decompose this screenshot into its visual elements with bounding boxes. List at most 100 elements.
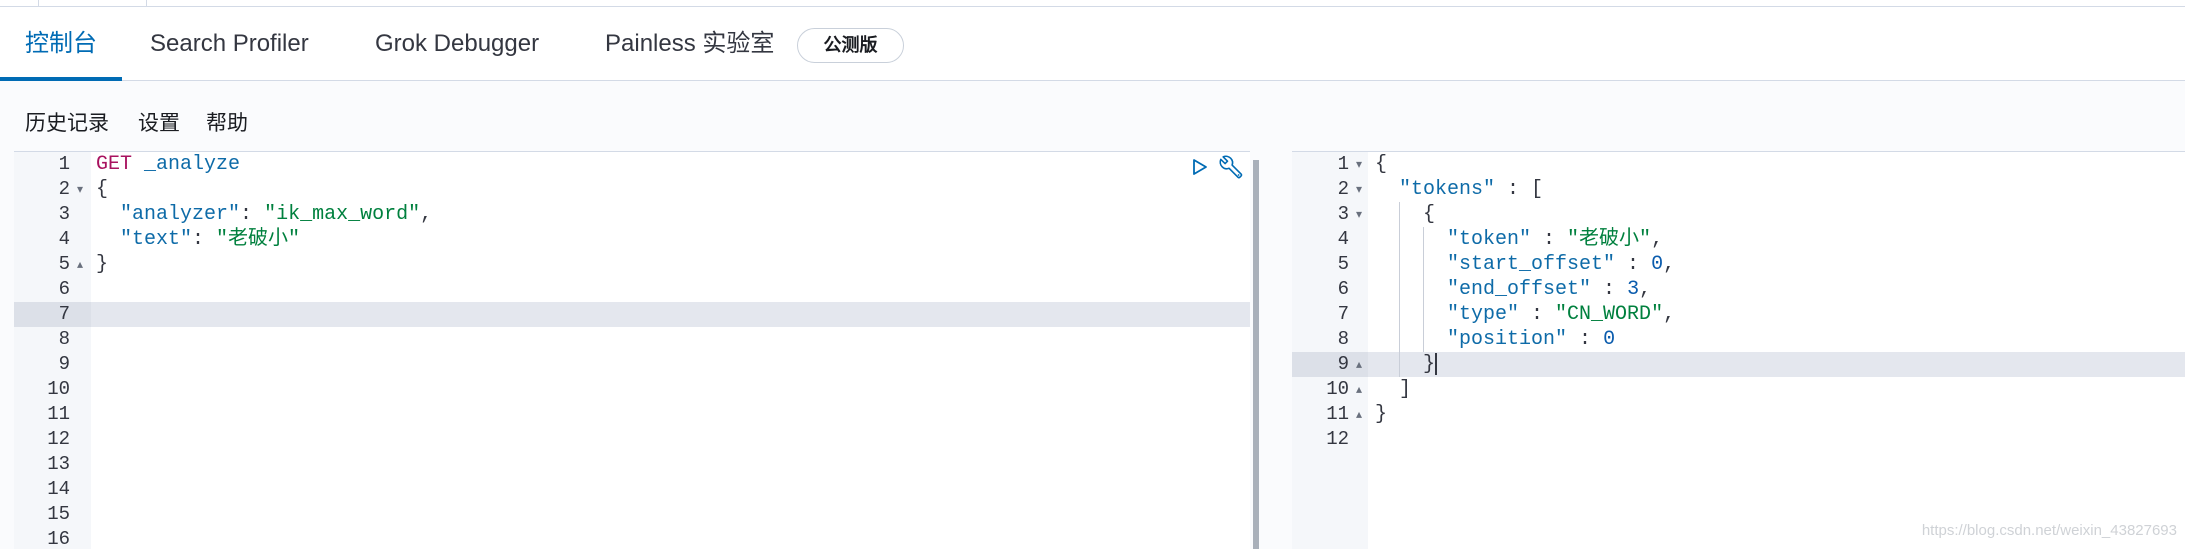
panel-resizer[interactable] xyxy=(1253,160,1259,549)
token-punct: : xyxy=(192,228,217,251)
request-line[interactable]: 3 "analyzer": "ik_max_word", xyxy=(14,202,1250,227)
code-text[interactable]: "tokens" : [ xyxy=(1375,177,2185,202)
request-editor[interactable]: 1 GET _analyze 2 ▾{3 "analyzer": "ik_max_wo… xyxy=(14,151,1250,549)
request-line[interactable]: 14 xyxy=(14,477,1250,502)
fold-arrow-up-icon[interactable]: ▴ xyxy=(1356,377,1362,402)
code-text[interactable] xyxy=(96,402,1250,427)
code-text[interactable]: "token" : "老破小", xyxy=(1375,227,2185,252)
request-line[interactable]: 11 xyxy=(14,402,1250,427)
code-text[interactable]: ] xyxy=(1375,377,2185,402)
tab-painless-lab[interactable]: Painless 实验室 xyxy=(580,7,799,80)
response-line[interactable]: 6 "end_offset" : 3, xyxy=(1292,277,2185,302)
code-text[interactable] xyxy=(96,327,1250,352)
response-line[interactable]: 2 ▾ "tokens" : [ xyxy=(1292,177,2185,202)
gutter-cell: 7 xyxy=(1292,302,1368,327)
request-line[interactable]: 7 xyxy=(14,302,1250,327)
token-key: "end_offset" xyxy=(1447,278,1592,301)
response-line[interactable]: 3 ▾ { xyxy=(1292,202,2185,227)
gutter-cell: 16 xyxy=(14,527,91,549)
top-separator xyxy=(38,0,39,7)
request-line[interactable]: 16 xyxy=(14,527,1250,549)
request-line[interactable]: 9 xyxy=(14,352,1250,377)
code-text[interactable]: "type" : "CN_WORD", xyxy=(1375,302,2185,327)
line-number: 3 xyxy=(58,203,70,225)
request-line[interactable]: 4 "text": "老破小" xyxy=(14,227,1250,252)
response-line[interactable]: 5 "start_offset" : 0, xyxy=(1292,252,2185,277)
gutter-cell: 1 xyxy=(14,152,91,177)
response-line[interactable]: 11 ▴} xyxy=(1292,402,2185,427)
response-line[interactable]: 4 "token" : "老破小", xyxy=(1292,227,2185,252)
indent-guide xyxy=(1423,227,1424,252)
code-text[interactable] xyxy=(96,352,1250,377)
response-line[interactable]: 9 ▴ } xyxy=(1292,352,2185,377)
response-line[interactable]: 10 ▴ ] xyxy=(1292,377,2185,402)
code-text[interactable] xyxy=(96,377,1250,402)
help-button[interactable]: 帮助 xyxy=(206,110,248,138)
token-punct: : xyxy=(1519,303,1556,326)
fold-arrow-up-icon[interactable]: ▴ xyxy=(1356,352,1362,377)
gutter-cell: 6 xyxy=(14,277,91,302)
code-text[interactable]: "end_offset" : 3, xyxy=(1375,277,2185,302)
token-punct: } xyxy=(1375,403,1388,426)
tab-grok-debugger[interactable]: Grok Debugger xyxy=(350,7,564,80)
response-line[interactable]: 7 "type" : "CN_WORD", xyxy=(1292,302,2185,327)
line-number: 8 xyxy=(1337,328,1349,350)
token-punct: : [ xyxy=(1495,178,1544,201)
response-viewer[interactable]: 1 ▾{2 ▾ "tokens" : [3 ▾ {4 "token" : "老破小",… xyxy=(1292,151,2185,549)
code-text[interactable] xyxy=(96,302,1250,327)
code-text[interactable] xyxy=(96,527,1250,549)
request-line[interactable]: 12 xyxy=(14,427,1250,452)
response-line[interactable]: 1 ▾{ xyxy=(1292,152,2185,177)
code-text[interactable] xyxy=(96,277,1250,302)
code-text[interactable] xyxy=(96,502,1250,527)
gutter-cell: 4 xyxy=(14,227,91,252)
code-text[interactable] xyxy=(1375,427,2185,452)
request-line[interactable]: 6 xyxy=(14,277,1250,302)
code-text[interactable]: { xyxy=(1375,152,2185,177)
code-text[interactable]: { xyxy=(1375,202,2185,227)
code-text[interactable]: "position" : 0 xyxy=(1375,327,2185,352)
fold-arrow-down-icon[interactable]: ▾ xyxy=(1356,152,1362,177)
code-text[interactable]: "text": "老破小" xyxy=(96,227,1250,252)
code-text[interactable] xyxy=(96,477,1250,502)
fold-arrow-up-icon[interactable]: ▴ xyxy=(1356,402,1362,427)
code-text[interactable]: } xyxy=(96,252,1250,277)
tab-search-profiler[interactable]: Search Profiler xyxy=(125,7,334,80)
indent-guide xyxy=(1399,277,1400,302)
code-text[interactable] xyxy=(96,452,1250,477)
request-line[interactable]: 2 ▾{ xyxy=(14,177,1250,202)
code-text[interactable] xyxy=(96,427,1250,452)
code-text[interactable]: GET _analyze xyxy=(96,152,1250,177)
token-punct: { xyxy=(96,178,109,201)
request-line[interactable]: 5 ▴} xyxy=(14,252,1250,277)
request-line[interactable]: 13 xyxy=(14,452,1250,477)
fold-arrow-down-icon[interactable]: ▾ xyxy=(77,177,83,202)
history-button[interactable]: 历史记录 xyxy=(25,110,109,138)
token-punct: , xyxy=(1639,278,1652,301)
response-line[interactable]: 8 "position" : 0 xyxy=(1292,327,2185,352)
response-line[interactable]: 12 xyxy=(1292,427,2185,452)
token-punct: , xyxy=(1651,228,1664,251)
code-text[interactable]: } xyxy=(1375,402,2185,427)
tab-console[interactable]: 控制台 xyxy=(0,7,122,81)
request-line[interactable]: 10 xyxy=(14,377,1250,402)
gutter-cell: 12 xyxy=(1292,427,1368,452)
code-text[interactable]: "start_offset" : 0, xyxy=(1375,252,2185,277)
request-line[interactable]: 1 GET _analyze xyxy=(14,152,1250,177)
line-number: 1 xyxy=(58,153,70,175)
code-text[interactable]: } xyxy=(1375,352,2185,377)
settings-button[interactable]: 设置 xyxy=(138,110,180,138)
tab-label: 控制台 xyxy=(25,30,97,57)
request-line[interactable]: 15 xyxy=(14,502,1250,527)
fold-arrow-down-icon[interactable]: ▾ xyxy=(1356,202,1362,227)
line-number: 11 xyxy=(1326,403,1349,425)
fold-arrow-up-icon[interactable]: ▴ xyxy=(77,252,83,277)
gutter-cell: 9 ▴ xyxy=(1292,352,1368,377)
token-url: _analyze xyxy=(144,153,241,176)
code-text[interactable]: { xyxy=(96,177,1250,202)
code-text[interactable]: "analyzer": "ik_max_word", xyxy=(96,202,1250,227)
fold-arrow-down-icon[interactable]: ▾ xyxy=(1356,177,1362,202)
play-icon[interactable] xyxy=(1191,158,1208,181)
request-line[interactable]: 8 xyxy=(14,327,1250,352)
wrench-icon[interactable] xyxy=(1219,155,1243,184)
